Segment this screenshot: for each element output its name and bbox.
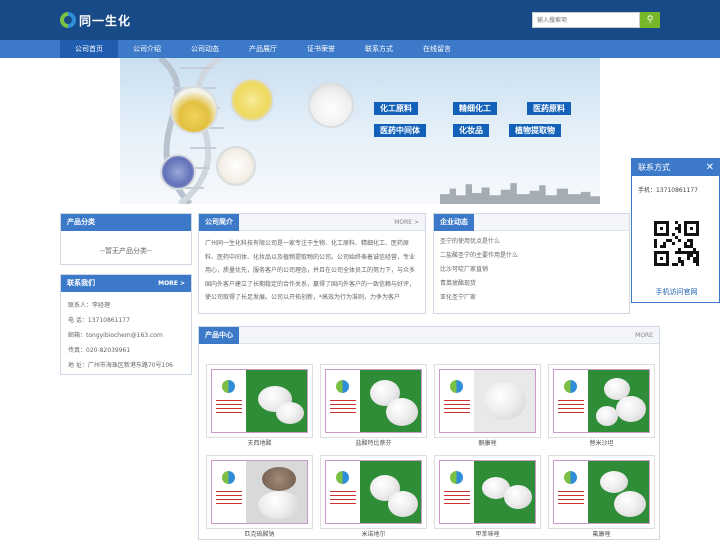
nav-item-certificates[interactable]: 证书荣誉 bbox=[292, 40, 350, 58]
logo-icon bbox=[60, 12, 76, 28]
banner-tag: 植物提取物 bbox=[509, 124, 561, 137]
banner-tag: 化妆品 bbox=[453, 124, 489, 137]
intro-text: 广州同一生化科技有限公司是一家专注于生物、化工原料、精细化工、医药原料、医药中间… bbox=[205, 240, 416, 301]
product-name: 甲苯咪唑 bbox=[475, 531, 500, 538]
search-button[interactable]: ⚲ bbox=[640, 12, 660, 28]
product-card[interactable]: 氟康唑 bbox=[548, 455, 655, 541]
news-item[interactable]: 比沙可啶厂家直销20 bbox=[440, 263, 623, 277]
floating-contact-widget: 联系方式 ✕ 手机：13710861177 手机访问官网 bbox=[631, 158, 720, 303]
contact-us-panel: 联系我们 MORE > 联系人：李经理 电 话：13710861177 邮箱：t… bbox=[60, 274, 192, 375]
product-card[interactable]: 夫西地酸 bbox=[206, 364, 313, 450]
product-name: 替米沙坦 bbox=[589, 440, 614, 447]
news-item[interactable]: 二盐酸圣宁的主要作用是什么20 bbox=[440, 249, 623, 263]
panel-header: 产品中心 MORE bbox=[199, 327, 659, 344]
product-card[interactable]: 甲苯咪唑 bbox=[434, 455, 541, 541]
product-powder-image bbox=[230, 78, 274, 122]
product-name: 米诺地尔 bbox=[361, 531, 386, 538]
nav-item-message[interactable]: 在线留言 bbox=[408, 40, 466, 58]
product-image bbox=[439, 460, 536, 524]
nav-item-news[interactable]: 公司动态 bbox=[176, 40, 234, 58]
more-link[interactable]: MORE bbox=[635, 327, 653, 344]
product-name: 匹克硫酸钠 bbox=[244, 531, 275, 538]
contact-address: 地 址：广州市海珠区新港东路70号106 bbox=[68, 362, 173, 369]
product-image bbox=[553, 369, 650, 433]
product-image bbox=[325, 460, 422, 524]
news-item[interactable]: 圣宁的使用优点是什么20 bbox=[440, 235, 623, 249]
banner-tag: 医药原料 bbox=[527, 102, 571, 115]
product-bottle-image bbox=[170, 86, 218, 134]
product-card[interactable]: 匹克硫酸钠 bbox=[206, 455, 313, 541]
widget-header: 联系方式 ✕ bbox=[632, 159, 719, 176]
nav-item-contact[interactable]: 联系方式 bbox=[350, 40, 408, 58]
panel-header: 公司简介 MORE > bbox=[199, 214, 425, 231]
logo-text: 同一生化 bbox=[79, 13, 132, 28]
contact-person: 联系人：李经理 bbox=[68, 302, 111, 309]
product-beaker-image bbox=[308, 82, 354, 128]
panel-title: 公司简介 bbox=[199, 214, 239, 231]
product-card[interactable]: 替米沙坦 bbox=[548, 364, 655, 450]
empty-categories-text: --暂无产品分类-- bbox=[99, 247, 153, 255]
hero-banner[interactable]: 化工原料 精细化工 医药原料 医药中间体 化妆品 植物提取物 bbox=[120, 58, 600, 204]
more-link[interactable]: MORE > bbox=[158, 275, 185, 292]
product-card[interactable]: 盐酸特比萘芬 bbox=[320, 364, 427, 450]
product-image bbox=[211, 369, 308, 433]
search-input[interactable] bbox=[532, 12, 640, 28]
product-card[interactable]: 米诺地尔 bbox=[320, 455, 427, 541]
panel-header: 联系我们 MORE > bbox=[61, 275, 191, 292]
company-news-panel: 企业动态 圣宁的使用优点是什么20 二盐酸圣宁的主要作用是什么20 比沙可啶厂家… bbox=[433, 213, 630, 314]
product-name: 氟康唑 bbox=[592, 531, 611, 538]
news-list: 圣宁的使用优点是什么20 二盐酸圣宁的主要作用是什么20 比沙可啶厂家直销20 … bbox=[434, 231, 629, 305]
banner-tag: 医药中间体 bbox=[374, 124, 426, 137]
product-image bbox=[211, 460, 308, 524]
product-image bbox=[553, 460, 650, 524]
contact-email: 邮箱：tongyibiochem@163.com bbox=[68, 332, 163, 339]
product-name: 夫西地酸 bbox=[247, 440, 272, 447]
search-bar: ⚲ bbox=[532, 12, 660, 28]
close-icon[interactable]: ✕ bbox=[706, 159, 714, 176]
qr-code-image bbox=[654, 221, 699, 266]
site-header: 同一生化 ⚲ bbox=[0, 0, 720, 40]
product-image bbox=[439, 369, 536, 433]
search-icon: ⚲ bbox=[646, 15, 654, 25]
main-nav: 公司首页 公司介绍 公司动态 产品展厅 证书荣誉 联系方式 在线留言 bbox=[0, 40, 720, 58]
widget-phone: 手机：13710861177 bbox=[638, 187, 698, 194]
panel-title: 产品分类 bbox=[61, 214, 191, 231]
product-image bbox=[325, 369, 422, 433]
panel-title: 企业动态 bbox=[434, 214, 474, 231]
mobile-site-link[interactable]: 手机访问官网 bbox=[632, 287, 720, 297]
contact-fax: 传真：020-82039961 bbox=[68, 347, 131, 354]
product-capsules-image bbox=[160, 154, 196, 190]
news-item[interactable]: 亚化圣宁厂家20 bbox=[440, 291, 623, 305]
banner-tag: 精细化工 bbox=[453, 102, 497, 115]
panel-header: 企业动态 bbox=[434, 214, 629, 231]
panel-title: 产品中心 bbox=[199, 327, 239, 344]
product-card[interactable]: 酮康唑 bbox=[434, 364, 541, 450]
panel-title: 联系我们 bbox=[67, 279, 95, 287]
site-logo[interactable]: 同一生化 bbox=[60, 9, 131, 31]
product-categories-panel: 产品分类 --暂无产品分类-- bbox=[60, 213, 192, 265]
product-center-panel: 产品中心 MORE 夫西地酸 盐酸特比萘芬 酮康唑 替米沙坦 匹克硫酸钠 米诺地… bbox=[198, 326, 660, 540]
company-intro-panel: 公司简介 MORE > 广州同一生化科技有限公司是一家专注于生物、化工原料、精细… bbox=[198, 213, 426, 314]
more-link[interactable]: MORE > bbox=[394, 214, 419, 231]
product-name: 盐酸特比萘芬 bbox=[355, 440, 392, 447]
contact-phone: 电 话：13710861177 bbox=[68, 317, 130, 324]
product-name: 酮康唑 bbox=[478, 440, 497, 447]
product-crystal-image bbox=[216, 146, 256, 186]
news-item[interactable]: 青蒿琥酯现货20 bbox=[440, 277, 623, 291]
nav-item-about[interactable]: 公司介绍 bbox=[118, 40, 176, 58]
nav-item-home[interactable]: 公司首页 bbox=[60, 40, 118, 58]
widget-title: 联系方式 bbox=[638, 163, 670, 172]
banner-tag: 化工原料 bbox=[374, 102, 418, 115]
nav-item-products[interactable]: 产品展厅 bbox=[234, 40, 292, 58]
